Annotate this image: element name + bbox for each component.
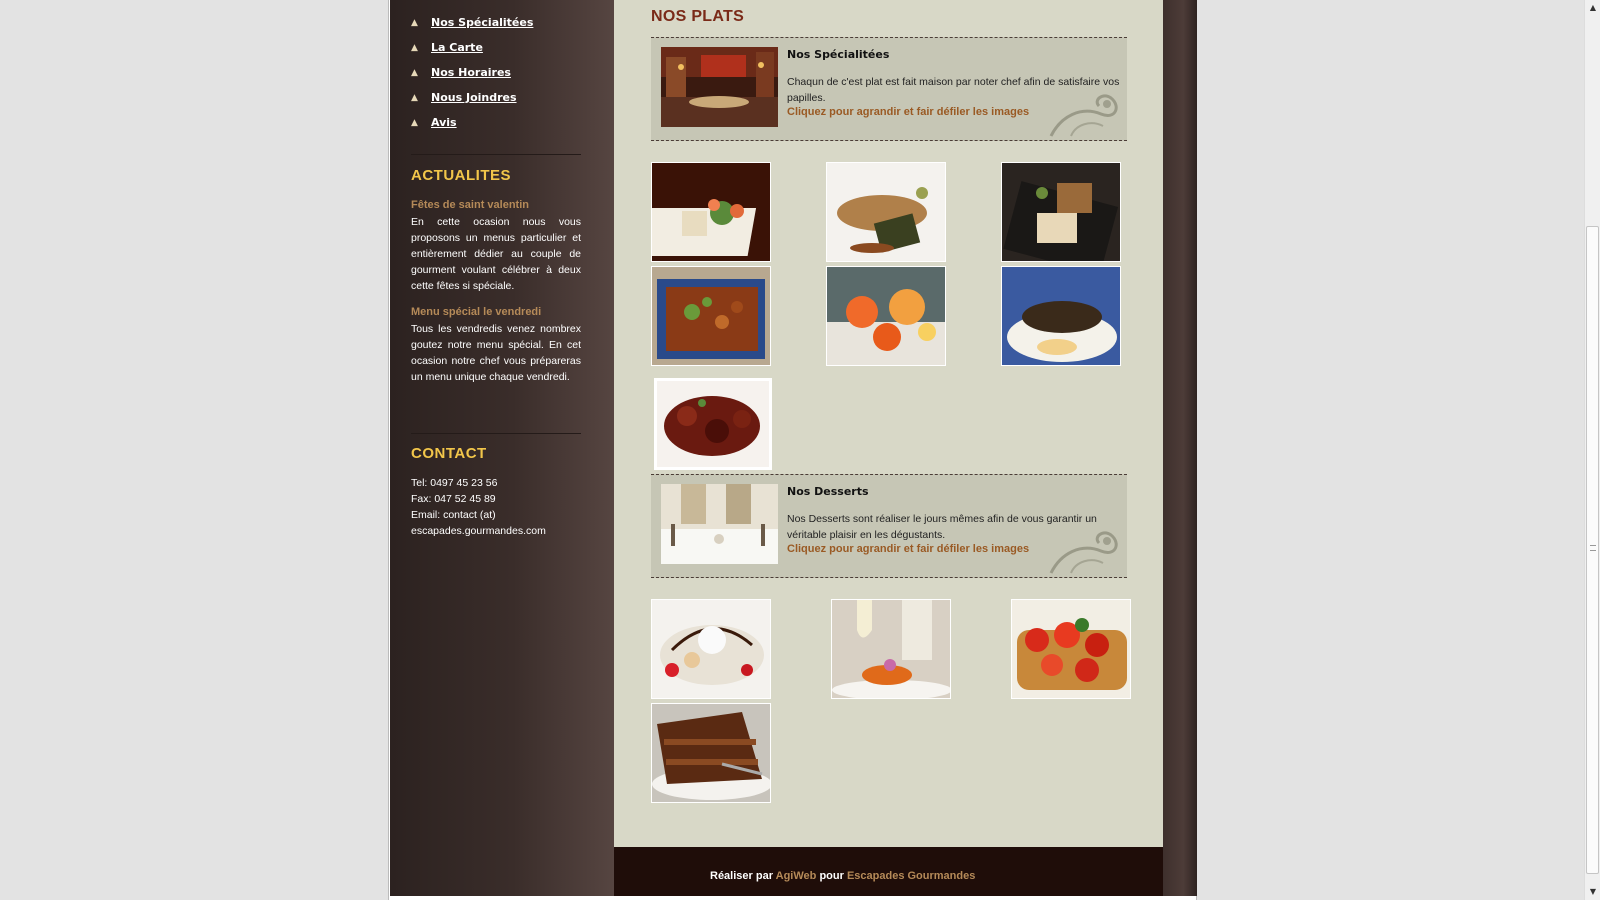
page-title: NOS PLATS <box>651 8 745 25</box>
news-item-body: En cette ocasion nous vous proposons un … <box>411 216 581 292</box>
desserts-title: Nos Desserts <box>787 485 869 498</box>
nav-link-carte[interactable]: La Carte <box>431 41 483 54</box>
floral-ornament-icon <box>1049 94 1118 137</box>
dish-photo[interactable] <box>1001 266 1121 366</box>
dessert-photo[interactable] <box>831 599 951 699</box>
divider <box>411 154 581 155</box>
news-title: ACTUALITES <box>411 167 511 184</box>
nav-link-joindres[interactable]: Nous Joindres <box>431 91 517 104</box>
agency-link[interactable]: AgiWeb <box>776 870 817 882</box>
triangle-icon: ▲ <box>411 67 418 78</box>
desserts-box: Nos Desserts Nos Desserts sont réaliser … <box>651 474 1127 578</box>
dessert-photo[interactable] <box>651 703 771 803</box>
dessert-photo[interactable] <box>651 599 771 699</box>
contact-fax: Fax: 047 52 45 89 <box>411 493 496 505</box>
main-nav: ▲ Nos Spécialitées ▲ La Carte ▲ Nos Hora… <box>411 10 533 135</box>
floral-ornament-icon <box>1049 531 1118 574</box>
contact-tel: Tel: 0497 45 23 56 <box>411 477 498 489</box>
footer-credits: Réaliser par AgiWeb pour Escapades Gourm… <box>710 870 975 882</box>
contact-info: Tel: 0497 45 23 56 Fax: 047 52 45 89 Ema… <box>411 475 586 539</box>
specialites-title: Nos Spécialitées <box>787 48 890 61</box>
dish-photo[interactable] <box>826 162 946 262</box>
arrow-up-icon[interactable]: ▲ <box>1585 0 1600 16</box>
restaurant-interior-thumbnail[interactable] <box>661 47 778 127</box>
arrow-down-icon[interactable]: ▼ <box>1585 884 1600 900</box>
nav-item-specialites[interactable]: ▲ Nos Spécialitées <box>411 10 533 35</box>
dish-photo[interactable] <box>651 162 771 262</box>
nav-link-horaires[interactable]: Nos Horaires <box>431 66 511 79</box>
nav-item-joindres[interactable]: ▲ Nous Joindres <box>411 85 533 110</box>
footer-prefix: Réaliser par <box>710 870 776 882</box>
scrollbar-thumb[interactable] <box>1586 226 1599 874</box>
nav-item-horaires[interactable]: ▲ Nos Horaires <box>411 60 533 85</box>
dish-photo[interactable] <box>654 378 772 470</box>
nav-item-carte[interactable]: ▲ La Carte <box>411 35 533 60</box>
nav-link-avis[interactable]: Avis <box>431 116 457 129</box>
triangle-icon: ▲ <box>411 42 418 53</box>
contact-title: CONTACT <box>411 445 487 462</box>
desserts-gallery-link[interactable]: Cliquez pour agrandir et fair défiler le… <box>787 543 1029 555</box>
nav-item-avis[interactable]: ▲ Avis <box>411 110 533 135</box>
triangle-icon: ▲ <box>411 92 418 103</box>
triangle-icon: ▲ <box>411 117 418 128</box>
dish-photo[interactable] <box>651 266 771 366</box>
dish-photo[interactable] <box>826 266 946 366</box>
contact-email: Email: contact (at) escapades.gourmandes… <box>411 509 546 537</box>
dessert-photo[interactable] <box>1011 599 1131 699</box>
dining-room-thumbnail[interactable] <box>661 484 778 564</box>
footer-middle: pour <box>816 870 847 882</box>
triangle-icon: ▲ <box>411 17 418 28</box>
vertical-scrollbar[interactable]: ▲ ▼ <box>1584 0 1600 900</box>
news-item-title: Menu spécial le vendredi <box>411 306 542 318</box>
dish-photo[interactable] <box>1001 162 1121 262</box>
news-item-body: Tous les vendredis venez nombrex goutez … <box>411 323 581 383</box>
nav-link-specialites[interactable]: Nos Spécialitées <box>431 16 533 29</box>
page-right-border <box>1163 0 1197 896</box>
specialites-gallery-link[interactable]: Cliquez pour agrandir et fair défiler le… <box>787 106 1029 118</box>
grip-icon <box>1590 545 1596 551</box>
news-item-title: Fêtes de saint valentin <box>411 199 529 211</box>
specialites-box: Nos Spécialitées Chaqun de c'est plat es… <box>651 37 1127 141</box>
client-link[interactable]: Escapades Gourmandes <box>847 870 975 882</box>
divider <box>411 433 581 434</box>
